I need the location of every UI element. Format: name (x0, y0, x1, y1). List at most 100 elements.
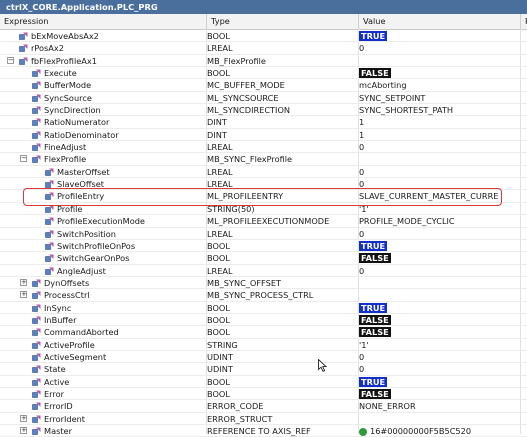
table-row[interactable]: + ProcessCtrl MB_SYNC_PROCESS_CTRL (0, 289, 527, 302)
variable-icon (32, 341, 41, 349)
table-row[interactable]: SwitchProfileOnPos BOOL TRUE (0, 240, 527, 253)
table-row[interactable]: ProfileExecutionMode ML_PROFILEEXECUTIONM… (0, 215, 527, 228)
expression-cell: SwitchGearOnPos (0, 252, 205, 264)
table-row[interactable]: Profile STRING(50) '1' (0, 203, 527, 216)
variable-icon (45, 180, 54, 188)
table-row[interactable]: − FlexProfile MB_SYNC_FlexProfile (0, 153, 527, 166)
table-row[interactable]: + DynOffsets MB_SYNC_OFFSET (0, 277, 527, 290)
value-cell[interactable]: 0 (359, 42, 499, 54)
table-row[interactable]: RatioDenominator DINT 1 (0, 129, 527, 142)
value-cell[interactable]: 1 (359, 129, 499, 141)
value-cell[interactable] (359, 413, 499, 425)
table-row[interactable]: rPosAx2 LREAL 0 (0, 42, 527, 55)
table-row[interactable]: Error BOOL FALSE (0, 388, 527, 401)
value-text: '1' (359, 203, 369, 214)
table-row[interactable]: InSync BOOL TRUE (0, 302, 527, 314)
type-cell: MB_SYNC_OFFSET (207, 277, 281, 288)
value-cell[interactable]: 1 (359, 116, 499, 128)
value-cell[interactable] (359, 55, 499, 67)
value-cell[interactable]: mcAborting (359, 79, 499, 91)
value-cell[interactable]: 0 (359, 166, 499, 178)
table-row[interactable]: ErrorID ERROR_CODE NONE_ERROR (0, 400, 527, 413)
variable-name: ProfileExecutionMode (57, 216, 145, 227)
table-row[interactable]: ActiveProfile STRING '1' (0, 339, 527, 351)
variable-icon (19, 57, 28, 65)
value-cell[interactable] (359, 289, 499, 301)
table-row[interactable]: SyncDirection ML_SYNCDIRECTION SYNC_SHORTE… (0, 104, 527, 117)
value-cell[interactable]: TRUE (359, 302, 499, 314)
value-cell[interactable]: SLAVE_CURRENT_MASTER_CURRENT (359, 190, 499, 202)
variable-name: ActiveProfile (44, 339, 95, 350)
table-row[interactable]: + ErrorIdent ERROR_STRUCT (0, 413, 527, 425)
variable-name: ErrorIdent (44, 413, 86, 424)
column-prepared-value[interactable]: P (521, 14, 527, 29)
variable-name: Active (44, 376, 70, 387)
value-cell[interactable]: 0 (359, 178, 499, 190)
value-cell[interactable] (359, 153, 499, 165)
expand-icon[interactable]: + (20, 291, 27, 299)
table-row[interactable]: SwitchPosition LREAL 0 (0, 228, 527, 240)
value-cell[interactable]: FALSE (359, 388, 499, 400)
table-row[interactable]: State UDINT 0 (0, 363, 527, 376)
table-row[interactable]: RatioNumerator DINT 1 (0, 116, 527, 129)
value-cell[interactable]: '1' (359, 339, 499, 351)
table-row[interactable]: − fbFlexProfileAx1 MB_FlexProfile (0, 55, 527, 68)
variable-name: MasterOffset (57, 166, 110, 177)
table-row[interactable]: Execute BOOL FALSE (0, 67, 527, 80)
variable-name: FlexProfile (44, 154, 87, 165)
value-cell[interactable]: 0 (359, 351, 499, 363)
collapse-icon[interactable]: − (20, 155, 27, 163)
expression-cell: RatioDenominator (0, 129, 205, 141)
column-type[interactable]: Type (207, 14, 359, 29)
variable-name: Execute (44, 68, 77, 79)
value-cell[interactable]: 0 (359, 228, 499, 240)
table-row[interactable]: CommandAborted BOOL FALSE (0, 326, 527, 339)
table-row[interactable]: InBuffer BOOL FALSE (0, 314, 527, 327)
table-row[interactable]: ProfileEntry ML_PROFILEENTRY SLAVE_CURRENT… (0, 190, 527, 203)
expand-icon[interactable]: + (20, 427, 27, 434)
expression-cell: ProfileExecutionMode (0, 215, 205, 227)
expression-cell: ErrorID (0, 400, 205, 412)
window-title: ctrlX_CORE.Application.PLC_PRG (0, 0, 527, 14)
value-cell[interactable]: 16#00000000F5B5C520 (359, 425, 499, 437)
expand-icon[interactable]: + (20, 278, 27, 286)
value-text: 16#00000000F5B5C520 (370, 426, 472, 436)
value-cell[interactable]: SYNC_SETPOINT (359, 92, 499, 104)
table-row[interactable]: BufferMode MC_BUFFER_MODE mcAborting (0, 79, 527, 92)
table-row[interactable]: + Master REFERENCE TO AXIS_REF 16#00000000F… (0, 425, 527, 437)
type-cell: ML_PROFILEEXECUTIONMODE (207, 216, 330, 227)
table-row[interactable]: bExMoveAbsAx2 BOOL TRUE (0, 30, 527, 43)
value-cell[interactable]: TRUE (359, 376, 499, 388)
value-cell[interactable]: TRUE (359, 30, 499, 42)
value-text: '1' (359, 339, 369, 350)
expression-cell: + Master (0, 425, 205, 437)
value-cell[interactable]: 0 (359, 363, 499, 375)
value-cell[interactable]: FALSE (359, 67, 499, 79)
value-cell[interactable]: TRUE (359, 240, 499, 252)
table-row[interactable]: AngleAdjust LREAL 0 (0, 265, 527, 277)
value-cell[interactable]: 0 (359, 141, 499, 153)
value-cell[interactable]: PROFILE_MODE_CYCLIC (359, 215, 499, 227)
table-row[interactable]: Active BOOL TRUE (0, 376, 527, 388)
table-row[interactable]: SyncSource ML_SYNCSOURCE SYNC_SETPOINT (0, 92, 527, 105)
variable-icon (19, 32, 28, 40)
table-row[interactable]: ActiveSegment UDINT 0 (0, 351, 527, 364)
variable-name: ErrorID (44, 401, 73, 412)
value-cell[interactable] (359, 277, 499, 289)
table-row[interactable]: MasterOffset LREAL 0 (0, 166, 527, 179)
column-value[interactable]: Value (359, 14, 521, 29)
value-cell[interactable]: SYNC_SHORTEST_PATH (359, 104, 499, 116)
value-cell[interactable]: FALSE (359, 314, 499, 326)
value-cell[interactable]: FALSE (359, 252, 499, 264)
variable-icon (32, 291, 41, 300)
table-row[interactable]: FineAdjust LREAL 0 (0, 141, 527, 154)
value-cell[interactable]: 0 (359, 265, 499, 277)
value-cell[interactable]: NONE_ERROR (359, 400, 499, 412)
collapse-icon[interactable]: − (7, 56, 14, 64)
table-row[interactable]: SlaveOffset LREAL 0 (0, 178, 527, 191)
value-cell[interactable]: FALSE (359, 326, 499, 338)
value-cell[interactable]: '1' (359, 203, 499, 215)
expand-icon[interactable]: + (20, 414, 27, 422)
column-expression[interactable]: Expression (0, 14, 207, 29)
table-row[interactable]: SwitchGearOnPos BOOL FALSE (0, 252, 527, 265)
